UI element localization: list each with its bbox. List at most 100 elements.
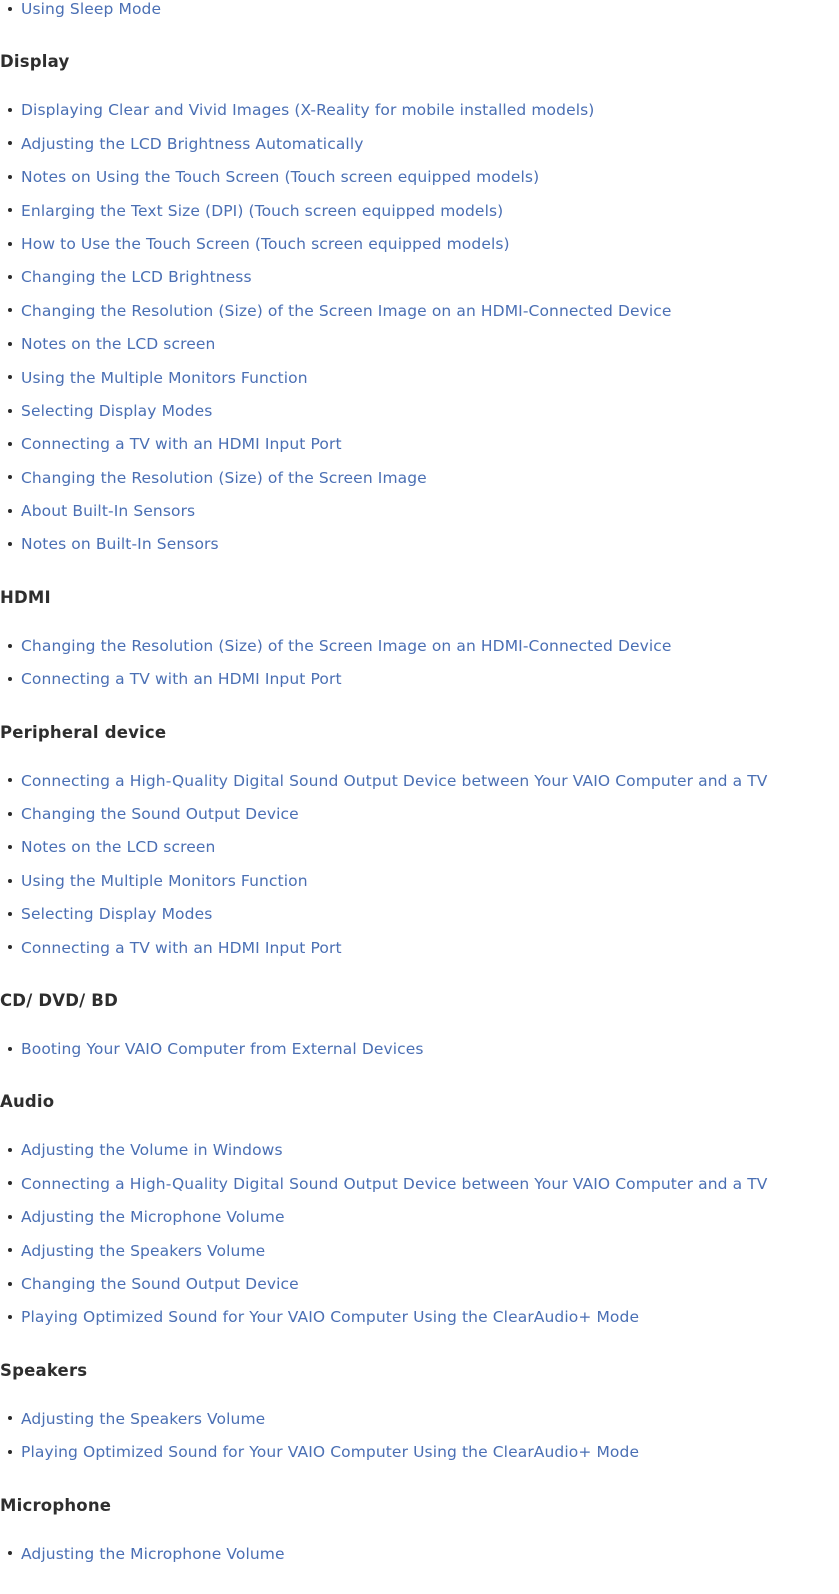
topic-list: Changing the Resolution (Size) of the Sc… xyxy=(0,629,839,696)
topic-link[interactable]: Notes on Built-In Sensors xyxy=(21,535,219,553)
list-item: Selecting Display Modes xyxy=(0,897,839,930)
list-item: Adjusting the Microphone Volume xyxy=(0,1200,839,1233)
topic-link[interactable]: Using Sleep Mode xyxy=(21,0,161,18)
list-item: How to Use the Touch Screen (Touch scree… xyxy=(0,227,839,260)
topic-link[interactable]: Notes on the LCD screen xyxy=(21,838,215,856)
list-item: Enlarging the Text Size (DPI) (Touch scr… xyxy=(0,194,839,227)
topic-link[interactable]: Selecting Display Modes xyxy=(21,905,212,923)
list-item: Connecting a TV with an HDMI Input Port xyxy=(0,427,839,460)
section-heading: Peripheral device xyxy=(0,722,167,742)
topic-link[interactable]: Notes on Using the Touch Screen (Touch s… xyxy=(21,168,539,186)
list-item: Using Sleep Mode xyxy=(0,0,839,25)
list-item: Connecting a High-Quality Digital Sound … xyxy=(0,764,839,797)
topic-link[interactable]: Connecting a TV with an HDMI Input Port xyxy=(21,435,342,453)
topic-link[interactable]: Adjusting the Speakers Volume xyxy=(21,1410,265,1428)
section-heading: Display xyxy=(0,52,70,72)
topic-link[interactable]: Using the Multiple Monitors Function xyxy=(21,872,308,890)
list-item: Changing the Resolution (Size) of the Sc… xyxy=(0,461,839,494)
list-item: Using the Multiple Monitors Function xyxy=(0,864,839,897)
topic-section: CD/ DVD/ BD Booting Your VAIO Computer fr… xyxy=(0,964,839,1065)
topic-link[interactable]: Enlarging the Text Size (DPI) (Touch scr… xyxy=(21,202,503,220)
topic-link[interactable]: Using the Multiple Monitors Function xyxy=(21,369,308,387)
topic-link[interactable]: Selecting Display Modes xyxy=(21,402,212,420)
list-item: Notes on the LCD screen xyxy=(0,327,839,360)
list-item: Playing Optimized Sound for Your VAIO Co… xyxy=(0,1435,839,1468)
list-item: Adjusting the Speakers Volume xyxy=(0,1234,839,1267)
topic-section: Peripheral device Connecting a High-Quali… xyxy=(0,696,839,964)
leading-topic-list: Using Sleep Mode xyxy=(0,0,839,25)
topic-link[interactable]: Adjusting the Microphone Volume xyxy=(21,1545,285,1563)
list-item: About Built-In Sensors xyxy=(0,494,839,527)
topic-link[interactable]: How to Use the Touch Screen (Touch scree… xyxy=(21,235,510,253)
heading-spacer xyxy=(0,1016,839,1032)
list-item: Connecting a TV with an HDMI Input Port xyxy=(0,931,839,964)
heading-spacer xyxy=(0,748,839,764)
list-item: Using the Multiple Monitors Function xyxy=(0,361,839,394)
list-item: Connecting a TV with an HDMI Input Port xyxy=(0,662,839,695)
heading-spacer xyxy=(0,1386,839,1402)
topic-list: Connecting a High-Quality Digital Sound … xyxy=(0,764,839,964)
topic-link[interactable]: Changing the Sound Output Device xyxy=(21,805,299,823)
topic-link[interactable]: Adjusting the Speakers Volume xyxy=(21,1242,265,1260)
list-item: Adjusting the Speakers Volume xyxy=(0,1402,839,1435)
topic-list: Displaying Clear and Vivid Images (X-Rea… xyxy=(0,93,839,560)
list-item: Displaying Clear and Vivid Images (X-Rea… xyxy=(0,93,839,126)
list-item: Adjusting the Volume in Windows xyxy=(0,1133,839,1166)
heading-spacer xyxy=(0,613,839,629)
list-item: Booting Your VAIO Computer from External… xyxy=(0,1032,839,1065)
topic-list: Adjusting the Speakers Volume Playing Opt… xyxy=(0,1402,839,1469)
sections-container: Display Displaying Clear and Vivid Images… xyxy=(0,25,839,1570)
list-item: Notes on the LCD screen xyxy=(0,830,839,863)
list-item: Notes on Built-In Sensors xyxy=(0,527,839,560)
topic-link[interactable]: Changing the Resolution (Size) of the Sc… xyxy=(21,637,672,655)
topic-link[interactable]: Adjusting the Volume in Windows xyxy=(21,1141,283,1159)
list-item: Adjusting the Microphone Volume xyxy=(0,1537,839,1570)
list-item: Changing the Sound Output Device xyxy=(0,1267,839,1300)
topic-link[interactable]: Adjusting the Microphone Volume xyxy=(21,1208,285,1226)
list-item: Notes on Using the Touch Screen (Touch s… xyxy=(0,160,839,193)
topic-link[interactable]: Playing Optimized Sound for Your VAIO Co… xyxy=(21,1308,639,1326)
topic-link[interactable]: Connecting a High-Quality Digital Sound … xyxy=(21,1175,768,1193)
list-item: Adjusting the LCD Brightness Automatical… xyxy=(0,127,839,160)
topic-list: Adjusting the Microphone Volume xyxy=(0,1537,839,1570)
list-item: Changing the LCD Brightness xyxy=(0,260,839,293)
topic-link[interactable]: Changing the Resolution (Size) of the Sc… xyxy=(21,302,672,320)
topic-link[interactable]: Playing Optimized Sound for Your VAIO Co… xyxy=(21,1443,639,1461)
section-heading: Microphone xyxy=(0,1495,112,1515)
topic-section: HDMI Changing the Resolution (Size) of th… xyxy=(0,561,839,696)
topic-link[interactable]: Displaying Clear and Vivid Images (X-Rea… xyxy=(21,101,594,119)
topic-list: Booting Your VAIO Computer from External… xyxy=(0,1032,839,1065)
heading-spacer xyxy=(0,77,839,93)
heading-spacer xyxy=(0,1521,839,1537)
heading-spacer xyxy=(0,1117,839,1133)
topic-section: Microphone Adjusting the Microphone Volum… xyxy=(0,1469,839,1570)
topic-link[interactable]: Changing the Resolution (Size) of the Sc… xyxy=(21,469,427,487)
topic-link[interactable]: Changing the LCD Brightness xyxy=(21,268,252,286)
topic-section: Speakers Adjusting the Speakers Volume Pla… xyxy=(0,1334,839,1469)
topic-link[interactable]: Notes on the LCD screen xyxy=(21,335,215,353)
list-item: Changing the Resolution (Size) of the Sc… xyxy=(0,294,839,327)
section-heading: Speakers xyxy=(0,1360,88,1380)
list-item: Playing Optimized Sound for Your VAIO Co… xyxy=(0,1300,839,1333)
section-heading: CD/ DVD/ BD xyxy=(0,990,118,1010)
list-item: Selecting Display Modes xyxy=(0,394,839,427)
topic-link[interactable]: About Built-In Sensors xyxy=(21,502,195,520)
topic-link[interactable]: Connecting a TV with an HDMI Input Port xyxy=(21,670,342,688)
topic-link[interactable]: Connecting a TV with an HDMI Input Port xyxy=(21,939,342,957)
section-heading: Audio xyxy=(0,1092,55,1112)
topic-section: Display Displaying Clear and Vivid Images… xyxy=(0,25,839,560)
list-item: Changing the Sound Output Device xyxy=(0,797,839,830)
topic-section: Audio Adjusting the Volume in Windows Conn… xyxy=(0,1065,839,1333)
topic-link[interactable]: Changing the Sound Output Device xyxy=(21,1275,299,1293)
topic-link[interactable]: Adjusting the LCD Brightness Automatical… xyxy=(21,135,364,153)
topic-link[interactable]: Connecting a High-Quality Digital Sound … xyxy=(21,772,768,790)
topic-list: Adjusting the Volume in Windows Connectin… xyxy=(0,1133,839,1333)
topic-link[interactable]: Booting Your VAIO Computer from External… xyxy=(21,1040,424,1058)
topic-index-document: Using Sleep Mode Display Displaying Clear… xyxy=(0,0,839,1570)
